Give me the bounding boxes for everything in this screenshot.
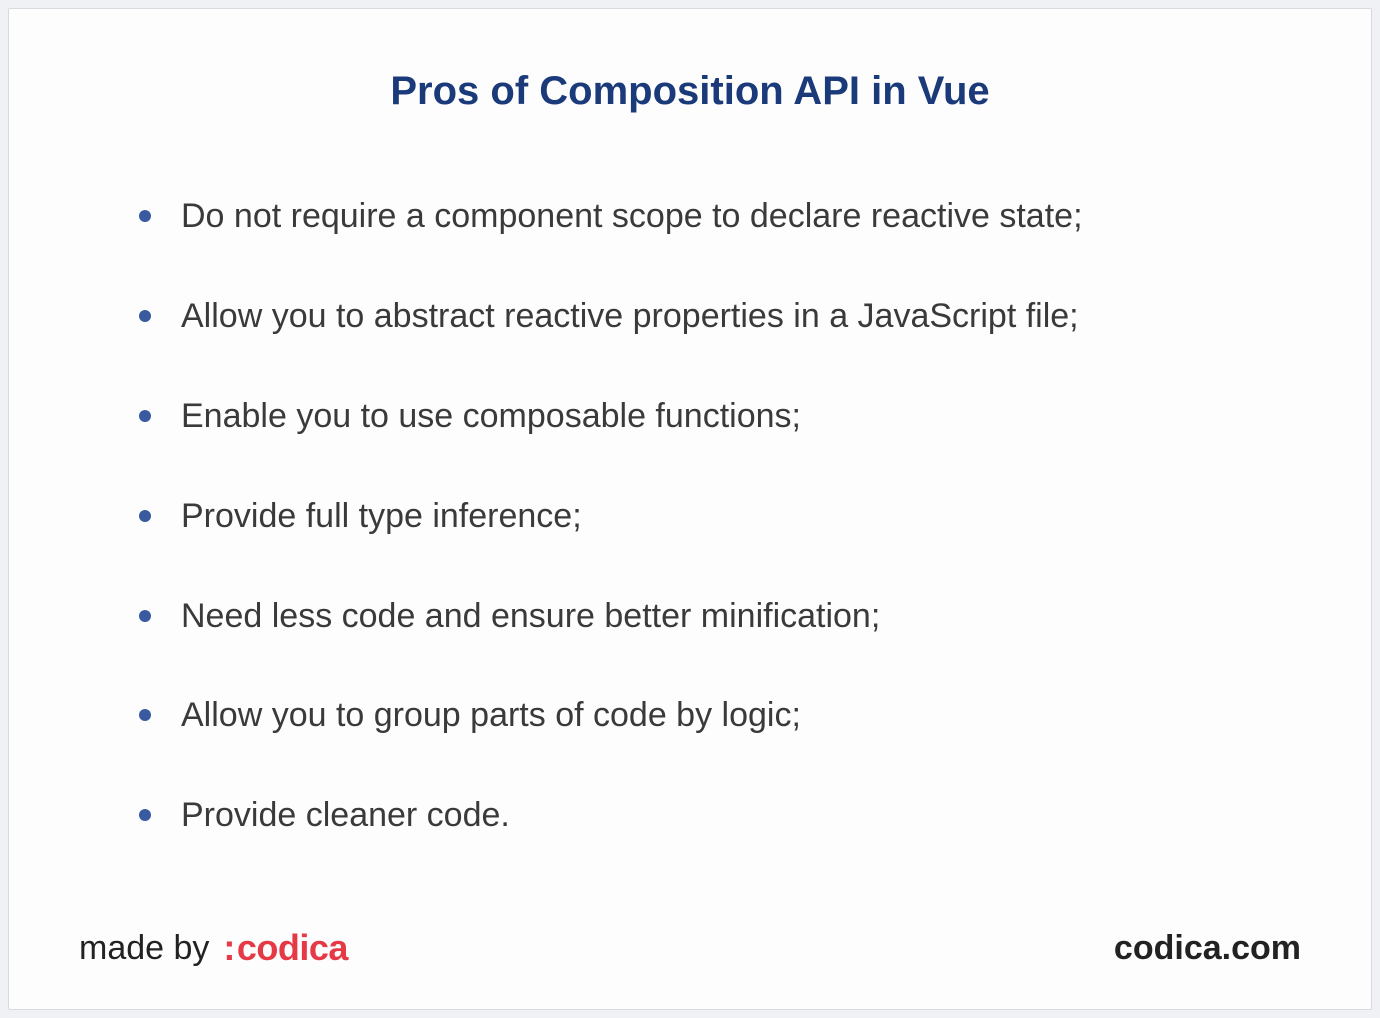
logo-colon-icon: : <box>223 927 235 969</box>
card-title: Pros of Composition API in Vue <box>79 69 1301 114</box>
codica-logo: : codica <box>223 927 348 969</box>
info-card: Pros of Composition API in Vue Do not re… <box>8 8 1372 1010</box>
logo-text: codica <box>237 927 348 969</box>
list-item: Need less code and ensure better minific… <box>139 594 1301 640</box>
list-item: Allow you to group parts of code by logi… <box>139 693 1301 739</box>
made-by-label: made by <box>79 929 209 968</box>
pros-list: Do not require a component scope to decl… <box>79 194 1301 893</box>
list-item: Allow you to abstract reactive propertie… <box>139 294 1301 340</box>
card-footer: made by : codica codica.com <box>79 927 1301 969</box>
list-item: Enable you to use composable functions; <box>139 394 1301 440</box>
list-item: Provide full type inference; <box>139 494 1301 540</box>
site-url: codica.com <box>1114 929 1301 968</box>
list-item: Do not require a component scope to decl… <box>139 194 1301 240</box>
made-by-block: made by : codica <box>79 927 348 969</box>
list-item: Provide cleaner code. <box>139 793 1301 839</box>
